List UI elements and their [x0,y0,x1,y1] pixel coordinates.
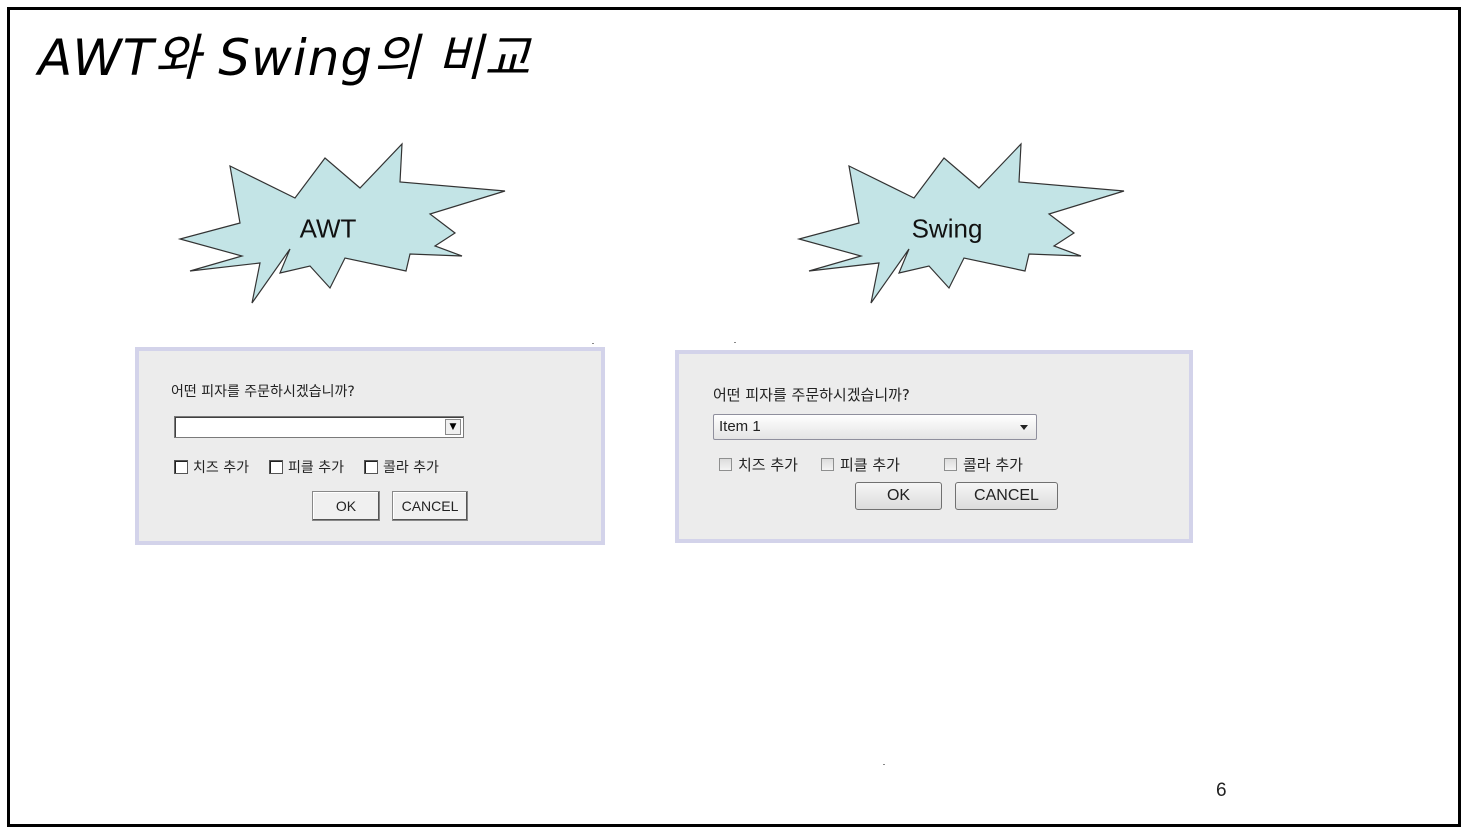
slide-title: AWT와 Swing의 비교 [38,29,532,87]
awt-question-label: 어떤 피자를 주문하시겠습니까? [171,384,355,400]
swing-dialog-panel: 어떤 피자를 주문하시겠습니까? Item 1 치즈 추가 피클 추가 콜라 추… [675,350,1193,543]
dropdown-arrow-icon[interactable]: ▼ [445,419,461,435]
page-number: 6 [1216,780,1227,801]
awt-cola-checkbox[interactable]: 콜라 추가 [363,457,439,477]
awt-cheese-checkbox[interactable]: 치즈 추가 [174,457,249,477]
swing-label: Swing [911,213,983,244]
swing-cola-label: 콜라 추가 [963,456,1023,474]
swing-pickle-label: 피클 추가 [840,456,900,474]
stray-mark [883,764,885,765]
awt-cola-label: 콜라 추가 [382,460,439,476]
swing-combo-value: Item 1 [719,418,761,435]
swing-cancel-button[interactable]: CANCEL [955,482,1058,510]
checkbox-icon[interactable] [821,458,834,471]
awt-checkbox-group: 치즈 추가 피클 추가 콜라 추가 [174,457,439,477]
checkbox-icon[interactable] [363,460,378,474]
swing-ok-button[interactable]: OK [855,482,942,510]
awt-burst-shape: AWT [170,138,515,308]
dropdown-caret-icon[interactable] [1020,425,1028,430]
swing-question-label: 어떤 피자를 주문하시겠습니까? [713,386,910,404]
checkbox-icon[interactable] [719,458,732,471]
checkbox-icon[interactable] [944,458,957,471]
awt-pickle-checkbox[interactable]: 피클 추가 [268,457,344,477]
checkbox-icon[interactable] [174,460,188,474]
awt-cheese-label: 치즈 추가 [193,460,249,476]
awt-dialog-panel: 어떤 피자를 주문하시겠습니까? ▼ 치즈 추가 피클 추가 콜라 추가 OK … [135,347,605,545]
swing-burst-shape: Swing [789,138,1134,308]
swing-cheese-label: 치즈 추가 [738,456,798,474]
awt-pickle-label: 피클 추가 [287,460,344,476]
checkbox-icon[interactable] [268,460,283,474]
stray-mark [734,342,736,343]
swing-cola-checkbox[interactable]: 콜라 추가 [944,454,1023,475]
awt-pizza-choice[interactable]: ▼ [174,416,464,438]
swing-pickle-checkbox[interactable]: 피클 추가 [821,454,900,475]
stray-mark [592,343,594,344]
awt-cancel-button[interactable]: CANCEL [392,491,468,521]
swing-pizza-combo[interactable]: Item 1 [713,414,1037,440]
awt-ok-button[interactable]: OK [312,491,380,521]
swing-cheese-checkbox[interactable]: 치즈 추가 [719,454,798,475]
awt-label: AWT [299,213,357,244]
